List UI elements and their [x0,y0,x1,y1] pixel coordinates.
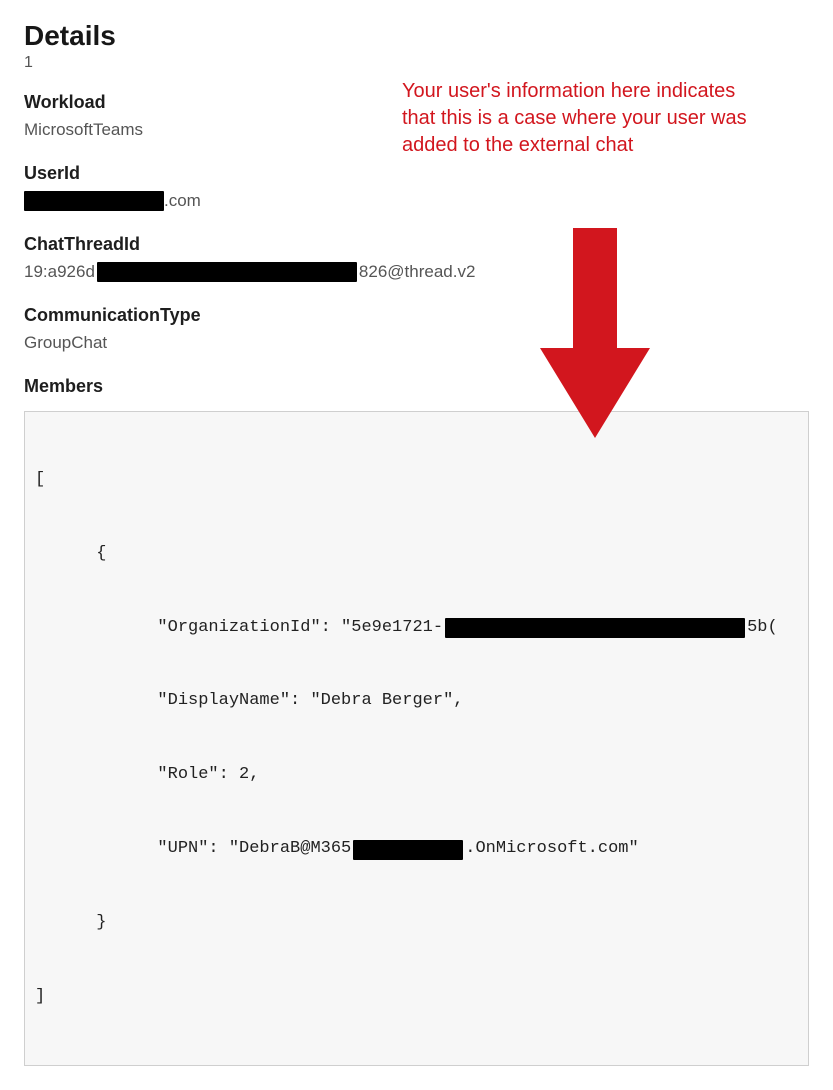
code-close-obj: } [35,911,106,936]
code-open-array: [ [35,468,45,493]
code-upn-redaction [353,840,463,860]
code-close-array: ] [35,985,45,1010]
chatthread-label: ChatThreadId [24,234,809,255]
members-json-block: [ { "OrganizationId": "5e9e1721- 5b( "Di… [24,411,809,1066]
commtype-value: GroupChat [24,332,809,354]
userid-value: .com [24,190,809,212]
userid-redaction [24,191,164,211]
page-title: Details [24,20,809,52]
members-label: Members [24,376,809,397]
record-count: 1 [24,54,809,72]
annotation-arrow-icon [540,228,650,438]
code-upn-pre: "UPN": "DebraB@M365 [35,837,351,862]
code-org-key: "OrganizationId": "5e9e1721- [35,616,443,641]
chatthread-redaction [97,262,357,282]
code-org-redaction [445,618,745,638]
chatthread-suffix: 826@thread.v2 [359,261,476,283]
chatthread-value: 19:a926d 826@thread.v2 [24,261,809,283]
userid-label: UserId [24,163,809,184]
code-role: "Role": 2, [35,763,259,788]
chatthread-prefix: 19:a926d [24,261,95,283]
code-open-obj: { [35,542,106,567]
annotation-text: Your user's information here indicates t… [402,78,762,159]
code-org-tail: 5b( [747,616,778,641]
code-upn-post: .OnMicrosoft.com" [465,837,638,862]
commtype-label: CommunicationType [24,305,809,326]
userid-suffix: .com [164,190,201,212]
details-panel: Details 1 Workload MicrosoftTeams UserId… [0,0,833,1090]
